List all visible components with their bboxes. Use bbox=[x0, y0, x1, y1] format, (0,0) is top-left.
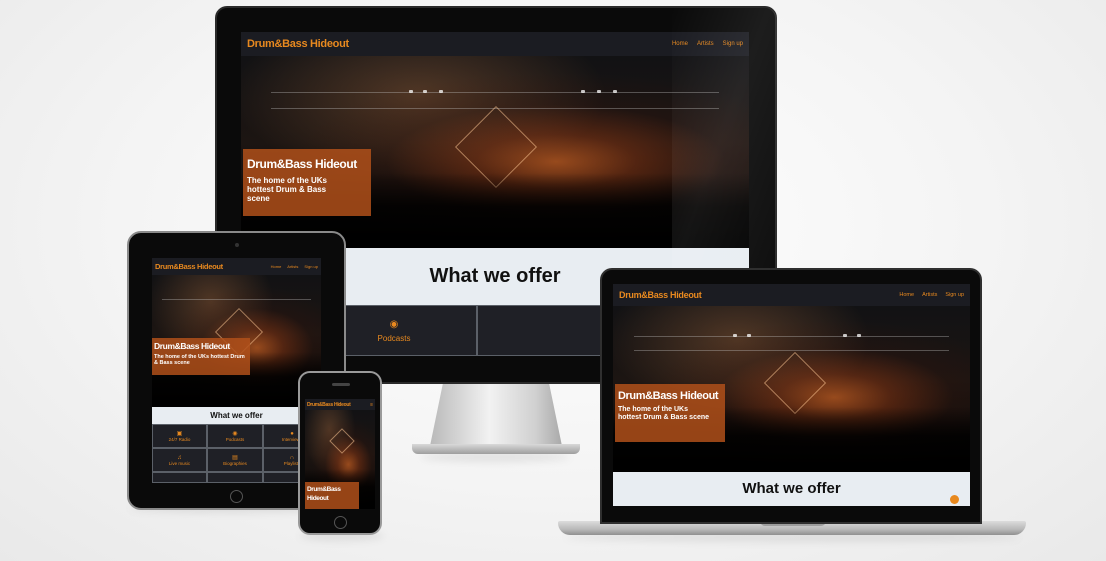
tablet-site: Drum&Bass Hideout Home Artists Sign up D… bbox=[152, 258, 321, 483]
hero-title: Drum&Bass Hideout bbox=[307, 486, 341, 502]
stage-light bbox=[747, 334, 751, 337]
monitor-base bbox=[412, 444, 580, 454]
nav-links: Home Artists Sign up bbox=[899, 292, 964, 298]
nav-link-artists[interactable]: Artists bbox=[287, 264, 298, 269]
monitor-stand bbox=[430, 382, 562, 446]
stage-light bbox=[439, 90, 443, 93]
radio-icon: ▣ bbox=[176, 431, 183, 437]
service-cell[interactable] bbox=[152, 472, 207, 483]
truss-line bbox=[271, 92, 719, 93]
stage-light bbox=[843, 334, 847, 337]
hero-subtitle: The home of the UKs hottest Drum & Bass … bbox=[154, 354, 245, 366]
service-cell[interactable] bbox=[207, 472, 263, 483]
nav-link-signup[interactable]: Sign up bbox=[945, 292, 964, 298]
hero-title: Drum&Bass Hideout bbox=[154, 341, 230, 351]
phone-speaker bbox=[332, 383, 350, 386]
navbar: Drum&Bass Hideout Home Artists Sign up bbox=[152, 258, 321, 275]
stage-light bbox=[423, 90, 427, 93]
hero-title: Drum&Bass Hideout bbox=[618, 390, 719, 402]
hamburger-menu-icon[interactable]: ≡ bbox=[370, 402, 373, 408]
section-title: What we offer bbox=[613, 472, 970, 506]
stage-light bbox=[581, 90, 585, 93]
stage-diamond bbox=[763, 351, 827, 415]
hero-image: Drum&Bass Hideout The home of the UKs ho… bbox=[613, 306, 970, 472]
nav-link-home[interactable]: Home bbox=[271, 264, 282, 269]
truss-line bbox=[162, 299, 311, 300]
stage-light bbox=[597, 90, 601, 93]
hero-box: Drum&Bass Hideout The home of the UKs ho… bbox=[615, 384, 725, 442]
document-icon: ▤ bbox=[232, 455, 238, 461]
home-button bbox=[334, 516, 347, 529]
nav-link-signup[interactable]: Sign up bbox=[304, 264, 318, 269]
podcast-icon: ◉ bbox=[389, 318, 399, 330]
laptop-device: Drum&Bass Hideout Home Artists Sign up D… bbox=[600, 268, 982, 524]
hero-subtitle: The home of the UKs hottest Drum & Bass … bbox=[618, 406, 710, 421]
service-label: Podcasts bbox=[377, 333, 411, 343]
nav-link-home[interactable]: Home bbox=[899, 292, 914, 298]
service-label: 24/7 Radio bbox=[168, 437, 191, 442]
home-button bbox=[230, 490, 243, 503]
truss-line bbox=[634, 336, 949, 337]
hero-box: Drum&Bass Hideout The home of the UKs ho… bbox=[243, 149, 371, 216]
service-cell-live-music[interactable]: ♫ Live music bbox=[152, 448, 207, 472]
hero-box: Drum&Bass Hideout The home of the UKs ho… bbox=[152, 338, 250, 375]
service-cell-podcasts[interactable]: ◉ Podcasts bbox=[207, 424, 263, 448]
brand-logo[interactable]: Drum&Bass Hideout bbox=[247, 38, 349, 50]
hero-title: Drum&Bass Hideout bbox=[247, 157, 357, 171]
service-cell-radio[interactable]: ▣ 24/7 Radio bbox=[152, 424, 207, 448]
phone-site: Drum&Bass Hideout ≡ Drum&Bass Hideout bbox=[305, 399, 375, 509]
hero-image: Drum&Bass Hideout bbox=[305, 410, 375, 509]
brand-logo[interactable]: Drum&Bass Hideout bbox=[307, 402, 351, 408]
service-cell-biographies[interactable]: ▤ Biographies bbox=[207, 448, 263, 472]
stage-light bbox=[857, 334, 861, 337]
laptop-site: Drum&Bass Hideout Home Artists Sign up D… bbox=[613, 284, 970, 506]
stage-light bbox=[409, 90, 413, 93]
stage-light bbox=[733, 334, 737, 337]
navbar: Drum&Bass Hideout Home Artists Sign up bbox=[613, 284, 970, 306]
service-label: Biographies bbox=[223, 461, 247, 466]
scroll-to-top-button[interactable] bbox=[950, 495, 959, 504]
brand-logo[interactable]: Drum&Bass Hideout bbox=[619, 290, 702, 300]
service-label: Podcasts bbox=[225, 437, 245, 442]
camera-dot bbox=[235, 243, 239, 247]
service-label: Live music bbox=[168, 460, 191, 466]
hero-image: Drum&Bass Hideout The home of the UKs ho… bbox=[152, 275, 321, 407]
podcast-icon: ◉ bbox=[232, 431, 238, 437]
section-title: What we offer bbox=[152, 407, 321, 424]
stage-light bbox=[613, 90, 617, 93]
nav-links: Home Artists Sign up bbox=[271, 264, 318, 269]
services-grid: ▣ 24/7 Radio ◉ Podcasts ● Interviews ♫ L… bbox=[152, 424, 321, 483]
brand-logo[interactable]: Drum&Bass Hideout bbox=[155, 262, 223, 271]
nav-link-artists[interactable]: Artists bbox=[922, 292, 937, 298]
navbar: Drum&Bass Hideout ≡ bbox=[305, 399, 375, 410]
phone-device: Drum&Bass Hideout ≡ Drum&Bass Hideout bbox=[298, 371, 382, 535]
stage-diamond bbox=[329, 428, 355, 454]
hero-box: Drum&Bass Hideout bbox=[305, 482, 359, 509]
hero-subtitle: The home of the UKs hottest Drum & Bass … bbox=[247, 176, 328, 203]
truss-line bbox=[634, 350, 949, 351]
